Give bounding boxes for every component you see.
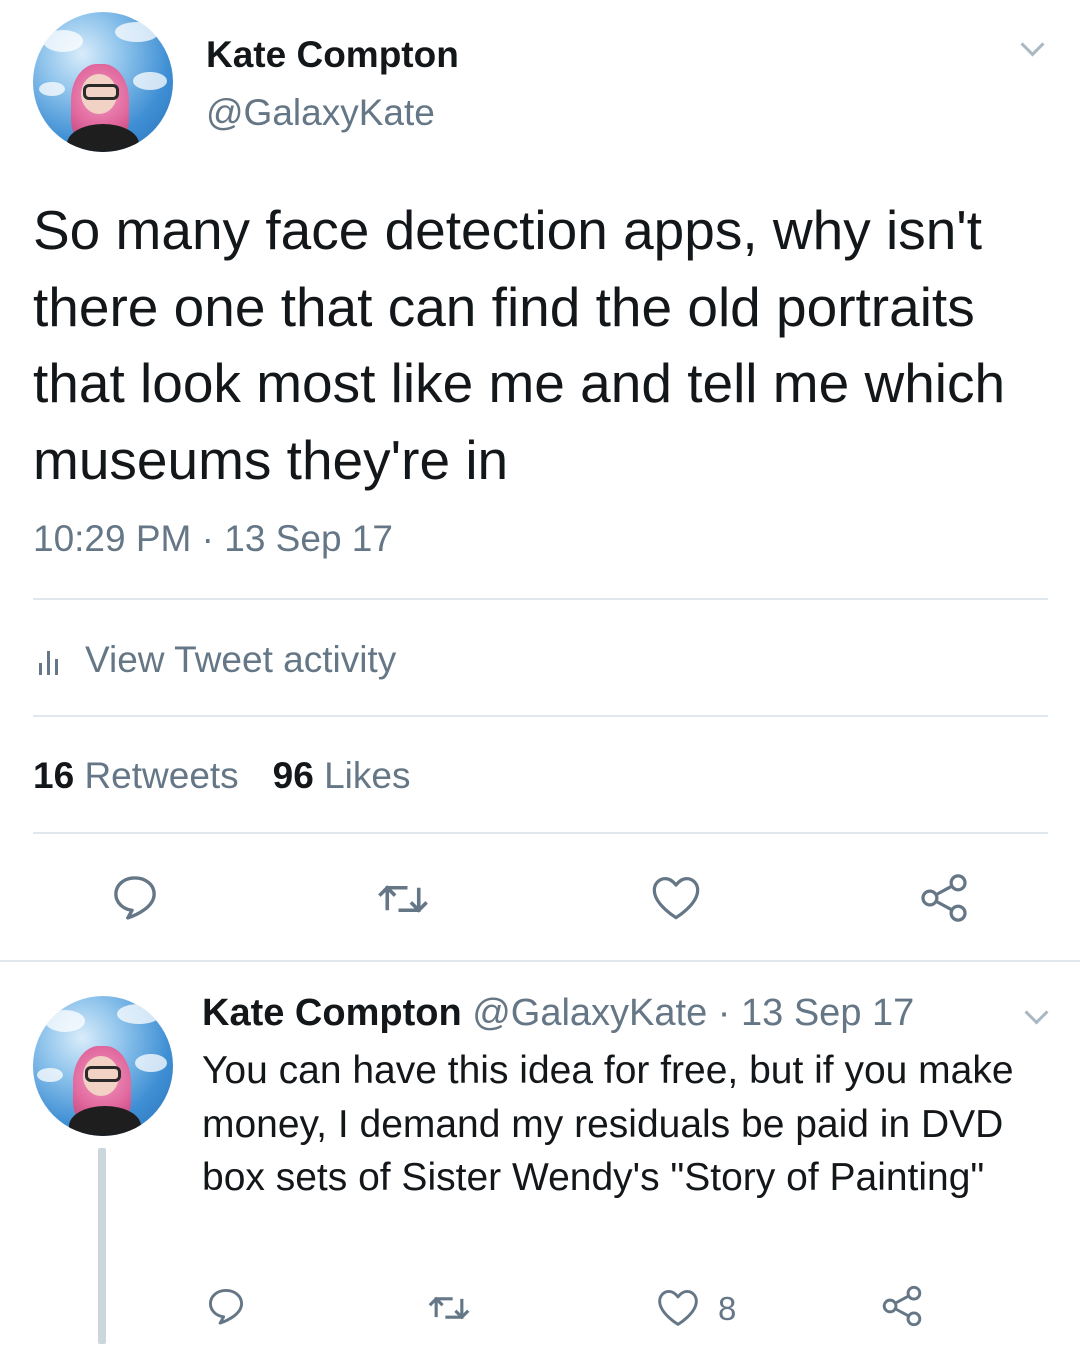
tweet-separator — [0, 960, 1080, 962]
avatar[interactable] — [33, 12, 173, 152]
retweet-icon[interactable] — [424, 1286, 474, 1330]
share-icon[interactable] — [917, 872, 971, 924]
divider — [33, 832, 1048, 834]
reply-like-count: 8 — [718, 1290, 737, 1327]
author-name[interactable]: Kate Compton — [202, 992, 462, 1034]
author-name[interactable]: Kate Compton — [206, 34, 459, 76]
like-count: 96 — [272, 755, 314, 796]
author-handle[interactable]: @GalaxyKate — [472, 992, 707, 1034]
chevron-down-icon[interactable] — [1024, 1000, 1049, 1025]
tweet-text: So many face detection apps, why isn't t… — [33, 199, 1006, 491]
chevron-down-icon[interactable] — [1020, 32, 1045, 57]
retweet-icon[interactable] — [373, 872, 433, 926]
view-tweet-activity-link[interactable]: View Tweet activity — [33, 638, 396, 682]
reply-icon[interactable] — [108, 870, 162, 924]
reply-icon[interactable] — [204, 1284, 248, 1328]
activity-label: View Tweet activity — [85, 639, 397, 680]
author-handle[interactable]: @GalaxyKate — [206, 92, 435, 134]
tweet-date[interactable]: · 13 Sep 17 — [718, 992, 914, 1034]
share-icon[interactable] — [880, 1284, 924, 1328]
tweet-detail-page: Kate Compton @GalaxyKate So many face de… — [0, 0, 1080, 1348]
retweet-label: Retweets — [84, 755, 239, 796]
retweets-count-link[interactable]: 16 Retweets — [33, 755, 239, 797]
reply-text: You can have this idea for free, but if … — [202, 1049, 1014, 1199]
likes-count-link[interactable]: 96 Likes — [273, 755, 411, 797]
retweet-count: 16 — [33, 755, 75, 796]
divider — [33, 715, 1048, 717]
like-label: Likes — [324, 755, 411, 796]
divider — [33, 598, 1048, 600]
bar-chart-icon — [33, 643, 67, 677]
tweet-timestamp[interactable]: 10:29 PM · 13 Sep 17 — [33, 518, 393, 560]
like-icon[interactable] — [650, 872, 702, 922]
thread-line — [98, 1148, 106, 1344]
avatar[interactable] — [33, 996, 173, 1136]
reply-header: Kate Compton @GalaxyKate · 13 Sep 17 — [202, 992, 914, 1035]
like-icon[interactable] — [656, 1286, 700, 1328]
engagement-counts: 16 Retweets 96 Likes — [33, 755, 411, 797]
